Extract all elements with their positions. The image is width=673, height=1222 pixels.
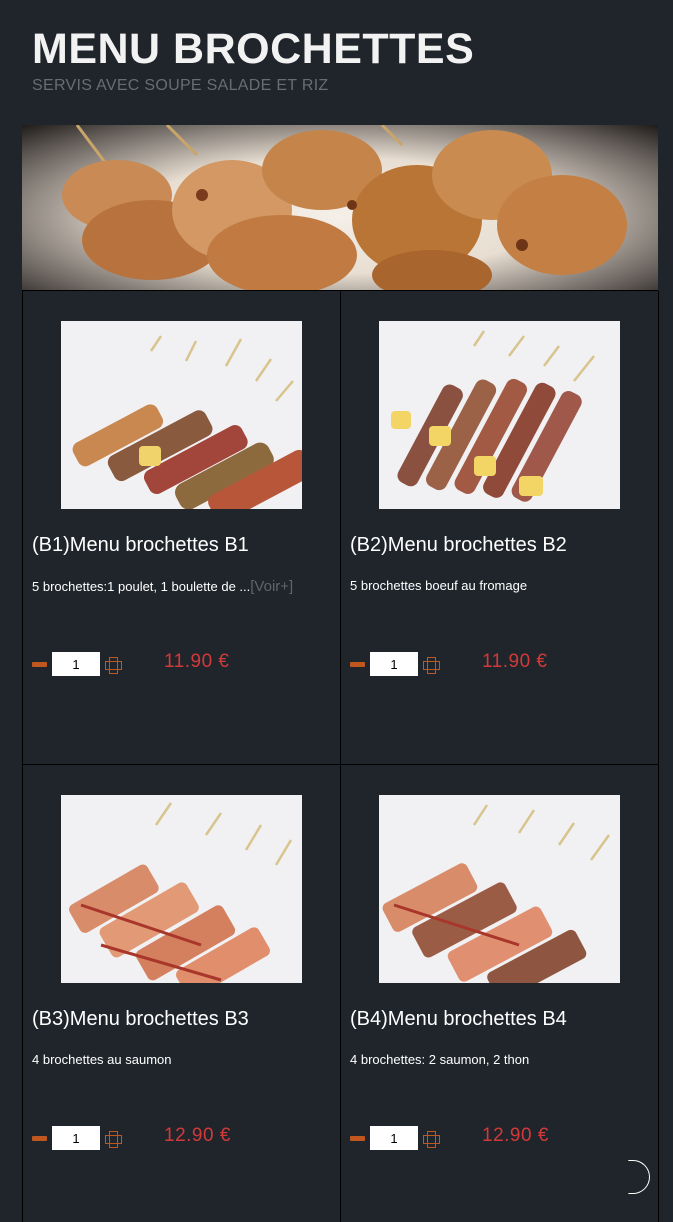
menu-item-name[interactable]: (B1)Menu brochettes B1 (32, 534, 249, 557)
menu-item-description-text: 4 brochettes: 2 saumon, 2 thon (350, 1052, 530, 1067)
menu-item-description: 5 brochettes:1 poulet, 1 boulette de ...… (32, 578, 293, 595)
quantity-stepper (350, 1126, 460, 1150)
menu-item-price: 11.90 € (164, 651, 230, 672)
quantity-input[interactable] (370, 652, 418, 676)
plus-icon[interactable] (105, 657, 122, 674)
menu-item-photo[interactable] (379, 795, 620, 983)
quantity-input[interactable] (52, 1126, 100, 1150)
menu-item-description: 5 brochettes boeuf au fromage (350, 578, 527, 593)
menu-item-card[interactable]: (B2)Menu brochettes B2 5 brochettes boeu… (341, 291, 659, 765)
menu-item-card[interactable]: (B4)Menu brochettes B4 4 brochettes: 2 s… (341, 765, 659, 1222)
menu-item-price: 12.90 € (482, 1125, 549, 1146)
menu-item-price: 12.90 € (164, 1125, 231, 1146)
menu-item-card[interactable]: (B1)Menu brochettes B1 5 brochettes:1 po… (23, 291, 341, 765)
page-subtitle: SERVIS AVEC SOUPE SALADE ET RIZ (32, 77, 329, 94)
menu-item-name[interactable]: (B2)Menu brochettes B2 (350, 534, 567, 557)
menu-item-description-text: 5 brochettes:1 poulet, 1 boulette de ... (32, 579, 251, 594)
quantity-input[interactable] (52, 652, 100, 676)
menu-item-card[interactable]: (B3)Menu brochettes B3 4 brochettes au s… (23, 765, 341, 1222)
quantity-stepper (350, 652, 460, 676)
menu-item-photo[interactable] (61, 321, 302, 509)
menu-item-name[interactable]: (B3)Menu brochettes B3 (32, 1008, 249, 1031)
page-header: MENU BROCHETTES SERVIS AVEC SOUPE SALADE… (32, 26, 474, 95)
quantity-input[interactable] (370, 1126, 418, 1150)
menu-item-price: 11.90 € (482, 651, 548, 672)
menu-item-photo[interactable] (61, 795, 302, 983)
page-title: MENU BROCHETTES (32, 25, 475, 73)
menu-item-description: 4 brochettes: 2 saumon, 2 thon (350, 1052, 529, 1067)
minus-icon[interactable] (350, 1136, 365, 1141)
banner-image (22, 125, 658, 290)
menu-grid: (B1)Menu brochettes B1 5 brochettes:1 po… (22, 290, 659, 1222)
minus-icon[interactable] (32, 1136, 47, 1141)
minus-icon[interactable] (32, 662, 47, 667)
minus-icon[interactable] (350, 662, 365, 667)
menu-item-description-text: 5 brochettes boeuf au fromage (350, 578, 528, 593)
menu-item-description-text: 4 brochettes au saumon (32, 1052, 172, 1067)
menu-item-description: 4 brochettes au saumon (32, 1052, 171, 1067)
banner-skewers-illustration (62, 125, 627, 290)
menu-item-photo[interactable] (379, 321, 620, 509)
plus-icon[interactable] (423, 657, 440, 674)
plus-icon[interactable] (105, 1131, 122, 1148)
see-more-link[interactable]: [Voir+] (250, 578, 293, 595)
quantity-stepper (32, 1126, 142, 1150)
menu-item-name[interactable]: (B4)Menu brochettes B4 (350, 1008, 567, 1031)
plus-icon[interactable] (423, 1131, 440, 1148)
quantity-stepper (32, 652, 142, 676)
